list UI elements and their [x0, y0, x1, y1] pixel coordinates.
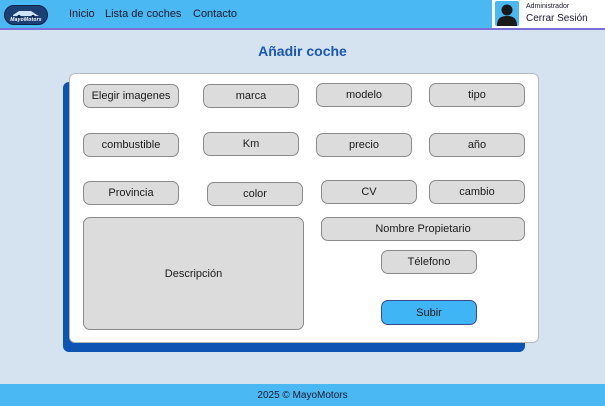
- footer: 2025 © MayoMotors: [0, 384, 605, 406]
- nav-link-contacto[interactable]: Contacto: [193, 8, 237, 20]
- user-role: Administrador: [526, 3, 570, 10]
- telefono-field[interactable]: Télefono: [381, 250, 477, 274]
- cambio-field[interactable]: cambio: [429, 180, 525, 204]
- color-field[interactable]: color: [207, 182, 303, 206]
- page-title: Añadir coche: [258, 43, 347, 59]
- modelo-field[interactable]: modelo: [316, 83, 412, 107]
- marca-field[interactable]: marca: [203, 84, 299, 108]
- logout-link[interactable]: Cerrar Sesión: [526, 13, 588, 24]
- descripcion-textarea[interactable]: Descripción: [83, 217, 304, 330]
- navbar: MayoMotors Inicio Lista de coches Contac…: [0, 0, 605, 30]
- nombre-propietario-field[interactable]: Nombre Propietario: [321, 217, 525, 241]
- submit-button[interactable]: Subir: [381, 300, 477, 325]
- provincia-field[interactable]: Provincia: [83, 181, 179, 205]
- combustible-field[interactable]: combustible: [83, 133, 179, 157]
- user-avatar-icon: [497, 4, 517, 26]
- precio-field[interactable]: precio: [316, 133, 412, 157]
- choose-images-button[interactable]: Elegir imagenes: [83, 84, 179, 108]
- cv-field[interactable]: CV: [321, 180, 417, 204]
- logo-text: MayoMotors: [10, 17, 42, 23]
- mayomotors-logo[interactable]: MayoMotors: [4, 5, 48, 25]
- km-field[interactable]: Km: [203, 132, 299, 156]
- avatar: [495, 1, 519, 26]
- footer-text: 2025 © MayoMotors: [257, 389, 348, 401]
- user-panel: Administrador Cerrar Sesión: [492, 0, 605, 28]
- anio-field[interactable]: año: [429, 133, 525, 157]
- nav-link-inicio[interactable]: Inicio: [69, 8, 95, 20]
- tipo-field[interactable]: tipo: [429, 83, 525, 107]
- nav-link-lista-coches[interactable]: Lista de coches: [105, 8, 181, 20]
